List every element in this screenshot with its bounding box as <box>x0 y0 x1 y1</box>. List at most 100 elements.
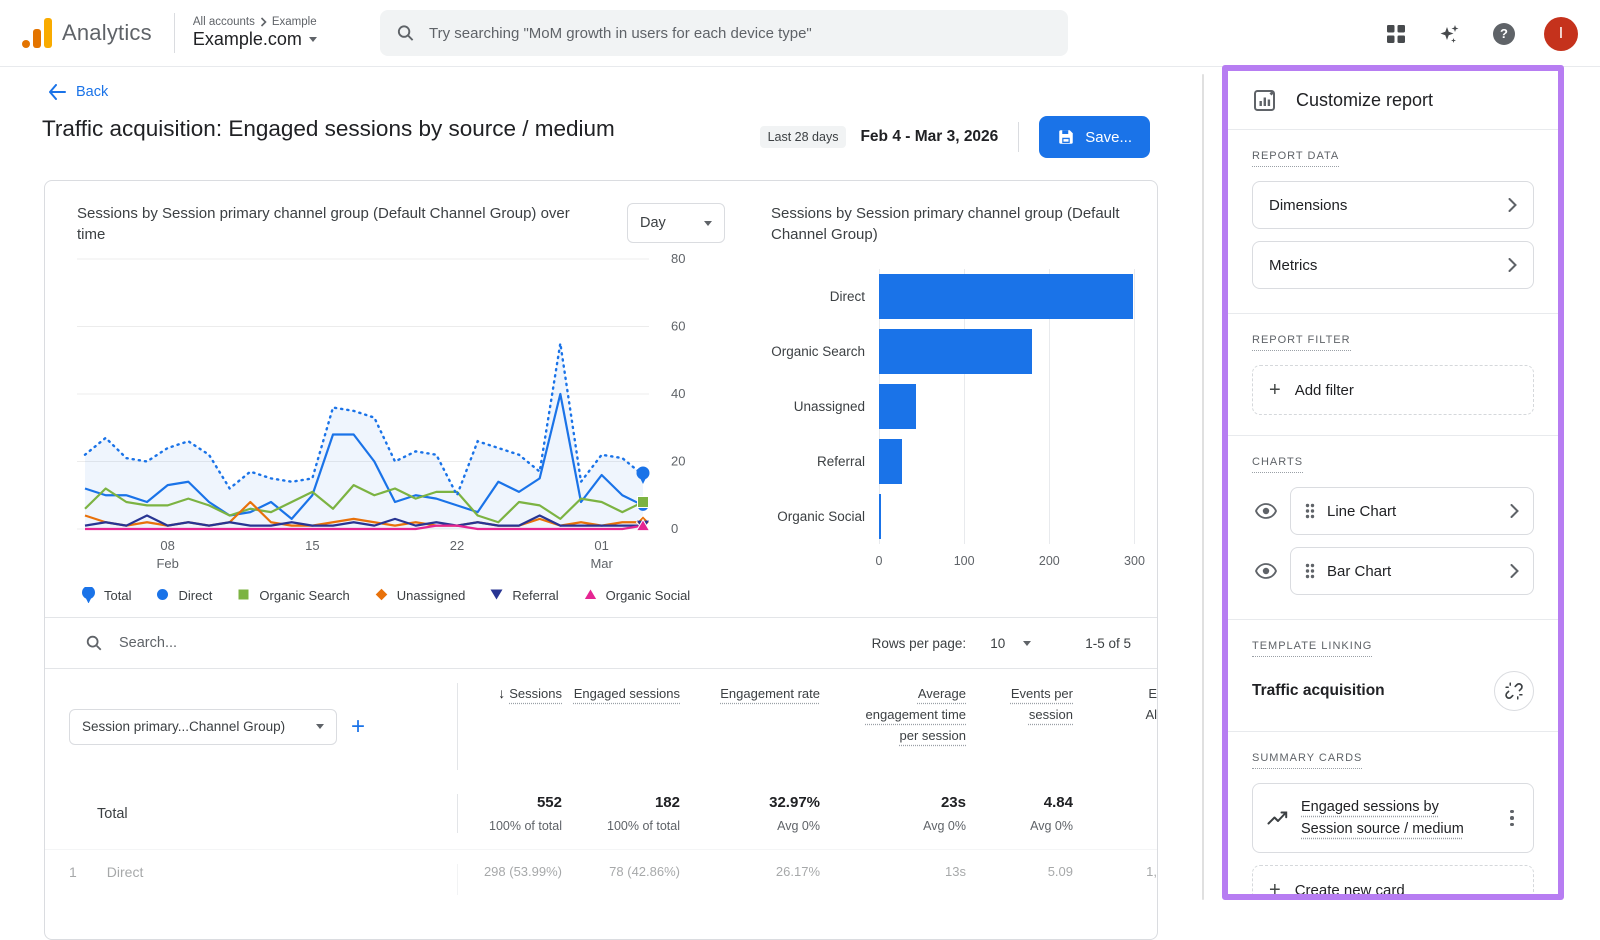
chevron-down-icon <box>1023 641 1031 646</box>
legend-marker-icon <box>583 587 598 603</box>
analytics-logo-icon[interactable] <box>22 18 52 48</box>
apps-grid-icon[interactable] <box>1382 20 1410 48</box>
summary-cards-section: SUMMARY CARDS Engaged sessions by Sessio… <box>1228 732 1558 900</box>
back-button[interactable]: Back <box>48 84 108 100</box>
pagination-range: 1-5 of 5 <box>1085 636 1131 651</box>
plus-icon: + <box>1269 379 1281 402</box>
global-search[interactable] <box>380 10 1068 56</box>
section-label: TEMPLATE LINKING <box>1252 640 1372 657</box>
x-tick-label: 0 <box>876 554 883 568</box>
unlink-button[interactable] <box>1494 671 1534 711</box>
summary-card-item[interactable]: Engaged sessions by Session source / med… <box>1252 783 1534 853</box>
summary-card-title-line2: Session source / medium <box>1301 818 1491 840</box>
bar[interactable] <box>879 494 881 539</box>
bar[interactable] <box>879 274 1133 319</box>
divider <box>174 13 175 53</box>
date-range-selector[interactable]: Feb 4 - Mar 3, 2026 <box>860 128 998 146</box>
rows-per-page-select[interactable]: 10 <box>990 636 1031 651</box>
x-tick-label: Mar <box>590 556 613 571</box>
add-dimension-button[interactable]: + <box>351 715 365 739</box>
unlink-icon <box>1504 681 1524 701</box>
bar-chart-title: Sessions by Session primary channel grou… <box>771 203 1143 245</box>
search-input[interactable] <box>429 25 1052 42</box>
x-tick-label: 15 <box>305 538 319 553</box>
bar[interactable] <box>879 439 902 484</box>
bar[interactable] <box>879 329 1032 374</box>
save-button[interactable]: Save... <box>1039 116 1150 158</box>
chart-legend: Total Direct Organic Search Unassigned Refer… <box>81 587 725 603</box>
x-tick-label: 100 <box>954 554 975 568</box>
metrics-button[interactable]: Metrics <box>1252 241 1534 289</box>
legend-item[interactable]: Organic Social <box>583 587 691 603</box>
section-label: REPORT DATA <box>1252 150 1339 167</box>
column-header-events-per-session[interactable]: Events per session <box>968 683 1075 770</box>
total-engagement-rate: 32.97% <box>682 794 820 811</box>
column-header-avg-engagement-time[interactable]: Average engagement time per session <box>822 683 968 770</box>
table-header-row: Session primary...Channel Group) + ↓Sess… <box>45 668 1157 780</box>
table-totals-row: Total 552100% of total 182100% of total … <box>45 780 1157 849</box>
table-search-input[interactable] <box>119 635 856 651</box>
column-header-engagement-rate[interactable]: Engagement rate <box>682 683 822 770</box>
visibility-eye-icon[interactable] <box>1252 497 1280 525</box>
chevron-right-icon <box>1510 564 1519 578</box>
column-header-engaged-sessions[interactable]: Engaged sessions <box>564 683 682 770</box>
y-tick-label: 40 <box>671 386 685 401</box>
drag-handle-icon[interactable] <box>1305 503 1315 519</box>
y-tick-label: 20 <box>671 454 685 469</box>
account-switcher[interactable]: All accounts Example Example.com <box>193 16 317 50</box>
column-header-sessions[interactable]: ↓Sessions <box>457 683 564 770</box>
plus-icon: + <box>1269 879 1281 901</box>
rows-per-page-label: Rows per page: <box>872 636 967 651</box>
page-title: Traffic acquisition: Engaged sessions by… <box>42 116 615 142</box>
summary-card-title-line1: Engaged sessions by <box>1301 796 1491 818</box>
table-row[interactable]: 1 Direct 298 (53.99%) 78 (42.86%) 26.17%… <box>45 849 1157 895</box>
avatar[interactable]: I <box>1544 17 1578 51</box>
legend-marker-icon <box>155 587 170 603</box>
section-label: REPORT FILTER <box>1252 334 1351 351</box>
dimensions-button[interactable]: Dimensions <box>1252 181 1534 229</box>
bar[interactable] <box>879 384 916 429</box>
content-panel-divider <box>1202 74 1204 900</box>
legend-item[interactable]: Organic Search <box>236 587 349 603</box>
bar-category-label: Organic Search <box>771 324 879 379</box>
legend-item[interactable]: Direct <box>155 587 212 603</box>
column-header-clipped[interactable]: E Al <box>1075 683 1158 770</box>
dimension-select[interactable]: Session primary...Channel Group) <box>69 709 337 745</box>
interval-select[interactable]: Day <box>627 203 725 243</box>
visibility-eye-icon[interactable] <box>1252 557 1280 585</box>
more-options-icon[interactable] <box>1503 810 1521 827</box>
report-card: Sessions by Session primary channel grou… <box>44 180 1158 940</box>
property-selector[interactable]: Example.com <box>193 29 317 50</box>
account-breadcrumb: All accounts Example <box>193 16 317 28</box>
create-new-card-button[interactable]: + Create new card <box>1252 865 1534 900</box>
chevron-right-icon <box>1510 504 1519 518</box>
line-chart-config-item[interactable]: Line Chart <box>1290 487 1534 535</box>
y-tick-label: 80 <box>671 251 685 266</box>
legend-item[interactable]: Total <box>81 587 131 603</box>
legend-item[interactable]: Referral <box>489 587 558 603</box>
save-icon <box>1057 128 1075 146</box>
legend-item[interactable]: Unassigned <box>374 587 466 603</box>
help-icon[interactable]: ? <box>1490 20 1518 48</box>
template-name: Traffic acquisition <box>1252 682 1385 700</box>
chevron-right-icon <box>1508 258 1517 272</box>
total-events-per-session: 4.84 <box>968 794 1073 811</box>
gemini-sparkle-icon[interactable] <box>1436 20 1464 48</box>
add-filter-button[interactable]: + Add filter <box>1252 365 1534 415</box>
drag-handle-icon[interactable] <box>1305 563 1315 579</box>
trend-line-icon <box>1267 809 1289 827</box>
x-tick-label: 08 <box>160 538 174 553</box>
table-search-icon <box>85 634 103 652</box>
sort-descending-icon: ↓ <box>498 685 505 701</box>
bar-category-label: Direct <box>771 269 879 324</box>
x-tick-label: Feb <box>156 556 178 571</box>
chevron-right-icon <box>1508 198 1517 212</box>
y-tick-label: 0 <box>671 521 678 536</box>
bar-chart-config-item[interactable]: Bar Chart <box>1290 547 1534 595</box>
panel-title: Customize report <box>1296 90 1433 111</box>
section-label: CHARTS <box>1252 456 1303 473</box>
report-main-area: Back Traffic acquisition: Engaged sessio… <box>0 68 1210 900</box>
total-avg-engagement-time: 23s <box>822 794 966 811</box>
x-tick-label: 01 <box>594 538 608 553</box>
row-rank: 1 <box>69 864 77 895</box>
